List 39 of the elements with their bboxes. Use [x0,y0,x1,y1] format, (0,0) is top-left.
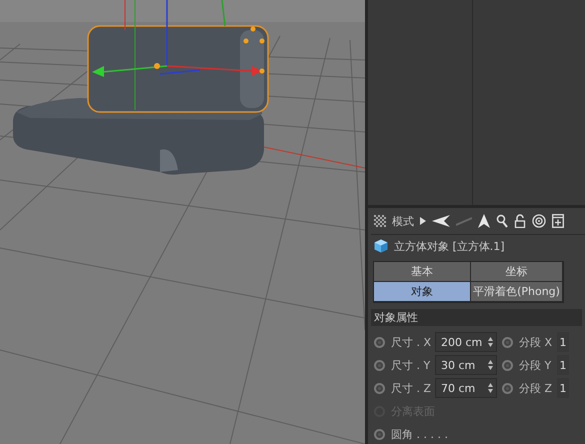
animation-radio[interactable] [374,336,385,348]
field-label: 分段 Y [519,358,552,372]
section-title: 对象属性 [374,310,418,325]
tab[interactable]: 对象 [374,282,471,302]
lock-icon[interactable] [514,214,526,228]
spinner-icon[interactable] [488,360,493,370]
tab[interactable]: 平滑着色(Phong) [471,282,563,302]
field-label: 尺寸 . X [391,334,432,350]
cube-icon [374,239,388,253]
up-arrow-icon[interactable] [478,214,490,228]
animation-radio[interactable] [502,336,513,348]
tab[interactable]: 坐标 [471,262,563,282]
animation-radio[interactable] [374,428,385,440]
number-field[interactable]: 1 [557,355,569,375]
field-label: 圆角 . . . . . [391,426,448,442]
back-arrow-icon[interactable] [432,215,450,227]
number-field[interactable]: 70 cm [435,378,497,398]
animation-radio[interactable] [374,382,385,394]
spinner-icon[interactable] [488,383,493,393]
animation-radio[interactable] [502,382,513,394]
field-label: 尺寸 . Y [391,358,432,372]
field-label: 分段 X [519,334,554,350]
number-field[interactable]: 30 cm [435,355,497,375]
search-icon[interactable] [496,214,508,228]
play-arrow-icon[interactable] [420,217,426,225]
number-field[interactable]: 1 [557,378,569,398]
object-title: 立方体对象 [立方体.1] [394,238,505,254]
animation-radio[interactable] [374,360,385,370]
mode-menu[interactable]: 模式 [392,214,414,228]
number-field[interactable]: 200 cm [435,332,497,352]
target-icon[interactable] [532,214,546,228]
spinner-icon[interactable] [488,337,493,347]
field-label: 分段 Z [519,380,554,396]
field-label: 尺寸 . Z [391,380,432,396]
animation-radio[interactable] [502,360,513,370]
new-panel-icon[interactable] [552,214,564,228]
tab[interactable]: 基本 [374,262,471,282]
number-field[interactable]: 1 [557,332,569,352]
grip-icon [374,215,386,227]
